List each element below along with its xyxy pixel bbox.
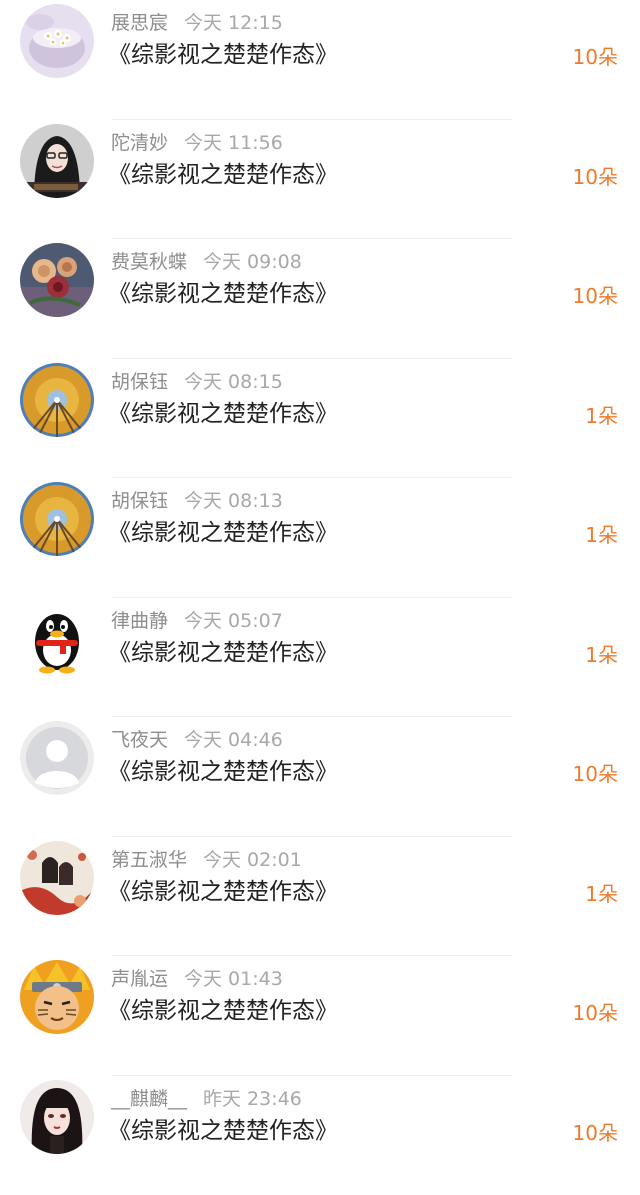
- send-time: 今天 11:56: [184, 132, 283, 154]
- send-time: 今天 01:43: [184, 968, 283, 990]
- sender-info: __麒麟__ 昨天 23:46: [111, 1086, 302, 1112]
- send-time: 今天 04:46: [184, 729, 283, 751]
- gift-count: 10朵: [573, 164, 618, 190]
- list-item[interactable]: 费莫秋蝶今天 09:08 《综影视之楚楚作态》 10朵: [0, 239, 640, 359]
- illustration-couple-avatar[interactable]: [20, 841, 94, 915]
- default-person-avatar[interactable]: [20, 721, 94, 795]
- sender-info: 声胤运今天 01:43: [111, 966, 283, 992]
- list-item[interactable]: __麒麟__ 昨天 23:46 《综影视之楚楚作态》 10朵: [0, 1076, 640, 1195]
- sender-name[interactable]: 展思宸: [111, 12, 168, 34]
- sender-info: 展思宸今天 12:15: [111, 10, 283, 36]
- list-item[interactable]: 展思宸今天 12:15 《综影视之楚楚作态》 10朵: [0, 0, 640, 120]
- list-item[interactable]: 胡保钰今天 08:15 《综影视之楚楚作态》 1朵: [0, 359, 640, 479]
- gift-count: 10朵: [573, 761, 618, 787]
- sender-name[interactable]: 飞夜天: [111, 729, 168, 751]
- send-time: 昨天 23:46: [203, 1088, 302, 1110]
- book-title: 《综影视之楚楚作态》: [108, 518, 338, 548]
- list-item[interactable]: 第五淑华今天 02:01 《综影视之楚楚作态》 1朵: [0, 837, 640, 957]
- flower-jar-avatar[interactable]: [20, 4, 94, 78]
- sender-info: 陀清妙今天 11:56: [111, 130, 283, 156]
- sender-name[interactable]: 陀清妙: [111, 132, 168, 154]
- roses-avatar[interactable]: [20, 243, 94, 317]
- girl-glasses-avatar[interactable]: [20, 124, 94, 198]
- list-item[interactable]: 胡保钰今天 08:13 《综影视之楚楚作态》 1朵: [0, 478, 640, 598]
- sender-info: 费莫秋蝶今天 09:08: [111, 249, 302, 275]
- gift-count: 10朵: [573, 1000, 618, 1026]
- list-item[interactable]: 陀清妙今天 11:56 《综影视之楚楚作态》 10朵: [0, 120, 640, 240]
- send-time: 今天 08:13: [184, 490, 283, 512]
- gift-count: 10朵: [573, 44, 618, 70]
- book-title: 《综影视之楚楚作态》: [108, 638, 338, 668]
- book-title: 《综影视之楚楚作态》: [108, 399, 338, 429]
- gift-record-list: 展思宸今天 12:15 《综影视之楚楚作态》 10朵 陀清妙今天 11:56 《…: [0, 0, 640, 1152]
- penguin-avatar[interactable]: [20, 602, 94, 676]
- book-title: 《综影视之楚楚作态》: [108, 40, 338, 70]
- list-item[interactable]: 飞夜天今天 04:46 《综影视之楚楚作态》 10朵: [0, 717, 640, 837]
- book-title: 《综影视之楚楚作态》: [108, 1116, 338, 1146]
- sender-name[interactable]: 费莫秋蝶: [111, 251, 187, 273]
- sender-name[interactable]: 第五淑华: [111, 849, 187, 871]
- send-time: 今天 09:08: [203, 251, 302, 273]
- send-time: 今天 02:01: [203, 849, 302, 871]
- sender-info: 律曲静今天 05:07: [111, 608, 283, 634]
- book-title: 《综影视之楚楚作态》: [108, 160, 338, 190]
- sender-name[interactable]: __麒麟__: [111, 1088, 187, 1110]
- sender-name[interactable]: 胡保钰: [111, 371, 168, 393]
- book-title: 《综影视之楚楚作态》: [108, 757, 338, 787]
- sender-name[interactable]: 胡保钰: [111, 490, 168, 512]
- list-item[interactable]: 声胤运今天 01:43 《综影视之楚楚作态》 10朵: [0, 956, 640, 1076]
- gift-count: 10朵: [573, 283, 618, 309]
- book-title: 《综影视之楚楚作态》: [108, 279, 338, 309]
- autumn-trees-avatar[interactable]: [20, 482, 94, 556]
- book-title: 《综影视之楚楚作态》: [108, 877, 338, 907]
- book-title: 《综影视之楚楚作态》: [108, 996, 338, 1026]
- gift-count: 1朵: [585, 403, 618, 429]
- sender-info: 胡保钰今天 08:13: [111, 488, 283, 514]
- send-time: 今天 12:15: [184, 12, 283, 34]
- gift-count: 1朵: [585, 642, 618, 668]
- ninja-avatar[interactable]: [20, 960, 94, 1034]
- anime-girl-avatar[interactable]: [20, 1080, 94, 1154]
- list-item[interactable]: 律曲静今天 05:07 《综影视之楚楚作态》 1朵: [0, 598, 640, 718]
- gift-count: 1朵: [585, 522, 618, 548]
- sender-info: 飞夜天今天 04:46: [111, 727, 283, 753]
- send-time: 今天 05:07: [184, 610, 283, 632]
- gift-count: 1朵: [585, 881, 618, 907]
- sender-name[interactable]: 律曲静: [111, 610, 168, 632]
- autumn-trees-avatar[interactable]: [20, 363, 94, 437]
- send-time: 今天 08:15: [184, 371, 283, 393]
- sender-name[interactable]: 声胤运: [111, 968, 168, 990]
- sender-info: 第五淑华今天 02:01: [111, 847, 302, 873]
- gift-count: 10朵: [573, 1120, 618, 1146]
- sender-info: 胡保钰今天 08:15: [111, 369, 283, 395]
